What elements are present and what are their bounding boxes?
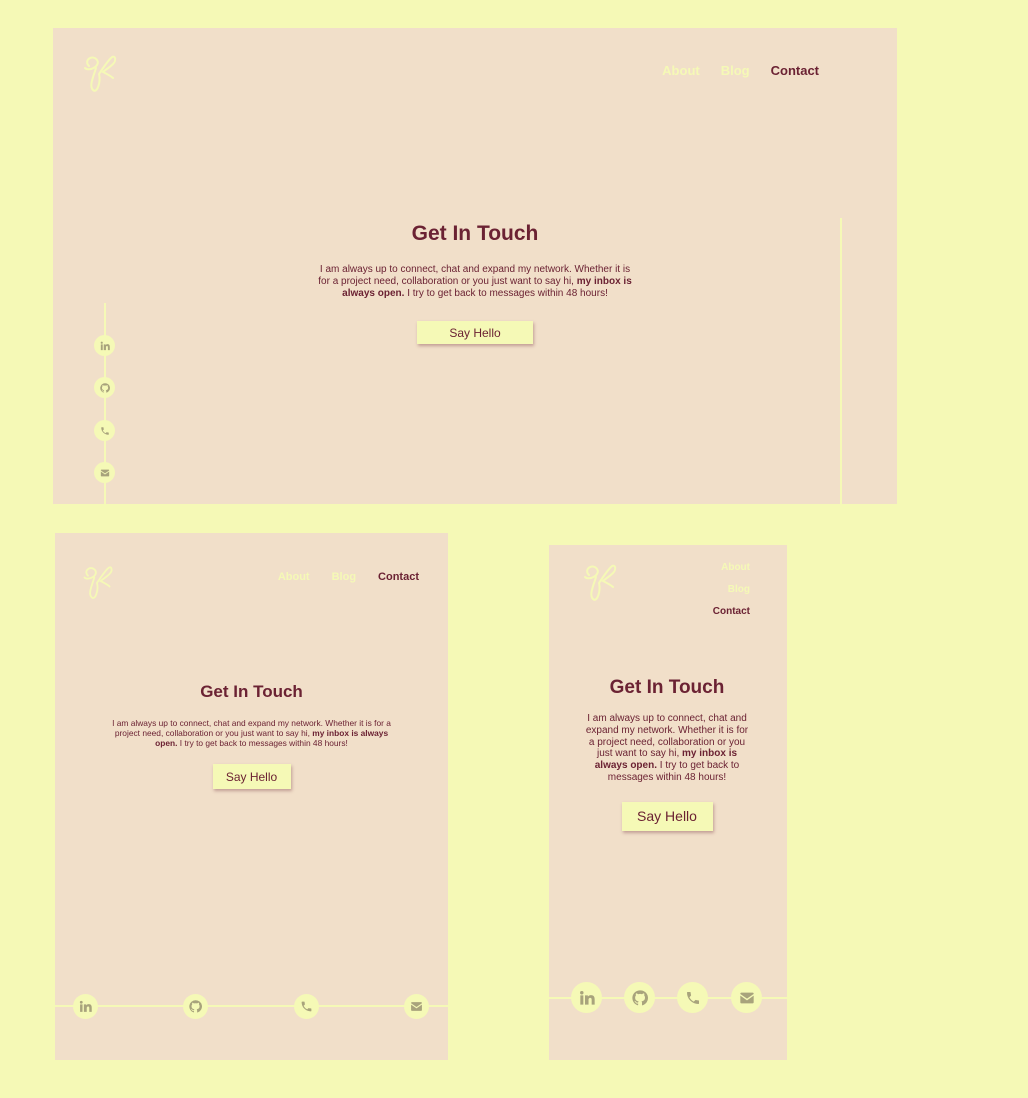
github-link[interactable] <box>624 982 655 1013</box>
main-nav: About Blog Contact <box>278 571 419 583</box>
github-icon <box>189 1000 202 1013</box>
contact-description: I am always up to connect, chat and expa… <box>313 264 637 300</box>
nav-blog[interactable]: Blog <box>332 571 356 583</box>
logo[interactable] <box>79 563 115 601</box>
phone-icon <box>301 1001 312 1012</box>
phone-link[interactable] <box>94 420 115 441</box>
phone-link[interactable] <box>677 982 708 1013</box>
email-rail-line <box>840 218 842 504</box>
nav-blog[interactable]: Blog <box>721 63 750 78</box>
say-hello-button[interactable]: Say Hello <box>212 764 291 789</box>
say-hello-button[interactable]: Say Hello <box>417 321 533 344</box>
linkedin-link[interactable] <box>94 335 115 356</box>
social-rail-line <box>55 1005 448 1007</box>
main-nav: About Blog Contact <box>713 562 750 617</box>
main-nav: About Blog Contact <box>662 63 819 78</box>
mobile-viewport: About Blog Contact Get In Touch I am alw… <box>549 545 787 1060</box>
github-icon <box>631 989 648 1005</box>
email-link[interactable] <box>404 994 429 1019</box>
contact-section: Get In Touch I am always up to connect, … <box>313 221 637 344</box>
email-link[interactable] <box>731 982 762 1013</box>
nav-about[interactable]: About <box>278 571 310 583</box>
logo[interactable] <box>579 561 619 603</box>
github-icon <box>99 382 110 393</box>
phone-link[interactable] <box>294 994 319 1019</box>
page-title: Get In Touch <box>609 677 725 698</box>
page-title: Get In Touch <box>200 682 303 701</box>
contact-description: I am always up to connect, chat and expa… <box>585 713 749 784</box>
contact-description: I am always up to connect, chat and expa… <box>110 718 393 748</box>
email-icon <box>739 992 754 1003</box>
github-link[interactable] <box>94 377 115 398</box>
desktop-viewport: About Blog Contact Get In Touch I am alw… <box>53 28 897 504</box>
logo-signature-icon <box>584 564 617 601</box>
linkedin-icon <box>79 1000 92 1012</box>
github-link[interactable] <box>183 994 208 1019</box>
nav-contact[interactable]: Contact <box>713 606 750 617</box>
logo-signature-icon <box>83 566 113 599</box>
nav-blog[interactable]: Blog <box>728 584 750 595</box>
email-icon <box>100 469 109 476</box>
contact-section: Get In Touch I am always up to connect, … <box>110 682 393 789</box>
contact-text-outro: I try to get back to messages within 48 … <box>179 738 348 748</box>
contact-text-outro: I try to get back to messages within 48 … <box>407 288 608 299</box>
phone-icon <box>686 991 699 1004</box>
nav-about[interactable]: About <box>721 562 750 573</box>
nav-contact[interactable]: Contact <box>771 63 819 78</box>
logo-signature-icon <box>84 55 117 92</box>
linkedin-icon <box>579 990 595 1005</box>
linkedin-icon <box>100 341 110 350</box>
nav-about[interactable]: About <box>662 63 700 78</box>
linkedin-link[interactable] <box>73 994 98 1019</box>
linkedin-link[interactable] <box>571 982 602 1013</box>
logo[interactable] <box>79 52 119 94</box>
say-hello-button[interactable]: Say Hello <box>621 801 713 831</box>
email-link[interactable] <box>94 462 115 483</box>
email-icon <box>411 1002 422 1011</box>
phone-icon <box>100 426 109 435</box>
nav-contact[interactable]: Contact <box>378 571 419 583</box>
tablet-viewport: About Blog Contact Get In Touch I am alw… <box>55 533 448 1060</box>
page-title: Get In Touch <box>411 222 539 245</box>
contact-section: Get In Touch I am always up to connect, … <box>585 677 749 831</box>
